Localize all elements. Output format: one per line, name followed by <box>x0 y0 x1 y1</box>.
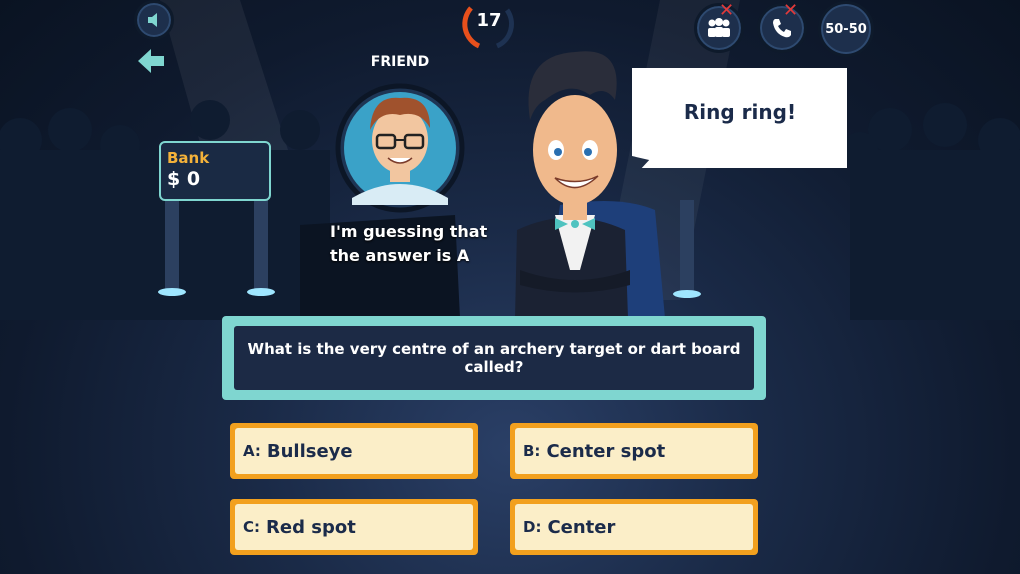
friend-title: FRIEND <box>370 54 430 70</box>
question-panel: What is the very centre of an archery ta… <box>234 326 754 390</box>
stage-background <box>0 0 1020 320</box>
game-stage: 17 ✕ ✕ 50-50 Bank $ 0 FRIEND I'm guessin… <box>0 0 1020 574</box>
sound-button[interactable] <box>134 0 174 40</box>
friend-answer-line: the answer is A <box>330 246 470 265</box>
disabled-x-icon: ✕ <box>719 0 735 21</box>
friend-avatar <box>335 83 465 213</box>
question-text: What is the very centre of an archery ta… <box>247 340 741 376</box>
answer-button-b[interactable]: B: Center spot <box>510 423 758 479</box>
answer-button-d[interactable]: D: Center <box>510 499 758 555</box>
answer-face: C: Red spot <box>235 504 473 550</box>
disabled-x-icon: ✕ <box>783 0 799 21</box>
answer-face: A: Bullseye <box>235 428 473 474</box>
answer-button-c[interactable]: C: Red spot <box>230 499 478 555</box>
bank-label: Bank <box>167 149 210 167</box>
answer-text: Center spot <box>546 440 666 462</box>
answer-letter: D: <box>523 518 542 536</box>
timer-value: 17 <box>476 10 502 31</box>
answer-face: D: Center <box>515 504 753 550</box>
speaker-icon <box>148 13 157 27</box>
answer-letter: C: <box>243 518 261 536</box>
answer-button-a[interactable]: A: Bullseye <box>230 423 478 479</box>
answer-face: B: Center spot <box>515 428 753 474</box>
speech-bubble-text: Ring ring! <box>683 100 797 124</box>
fifty-fifty-button[interactable]: 50-50 <box>818 1 874 57</box>
answer-letter: A: <box>243 442 261 460</box>
phone-friend-button[interactable] <box>757 3 807 53</box>
back-arrow-icon <box>138 49 164 73</box>
friend-answer-line: I'm guessing that <box>330 222 488 241</box>
bank-value: $ 0 <box>167 168 201 190</box>
bank-panel: Bank $ 0 <box>159 141 271 201</box>
friend-answer-text: I'm guessing that the answer is A <box>330 220 500 268</box>
answer-text: Center <box>547 516 616 538</box>
answer-text: Bullseye <box>266 440 353 462</box>
back-button[interactable] <box>136 46 166 76</box>
answer-letter: B: <box>523 442 541 460</box>
answer-text: Red spot <box>266 516 356 538</box>
audience-silhouettes <box>0 100 1020 320</box>
fifty-fifty-label: 50-50 <box>825 21 867 37</box>
